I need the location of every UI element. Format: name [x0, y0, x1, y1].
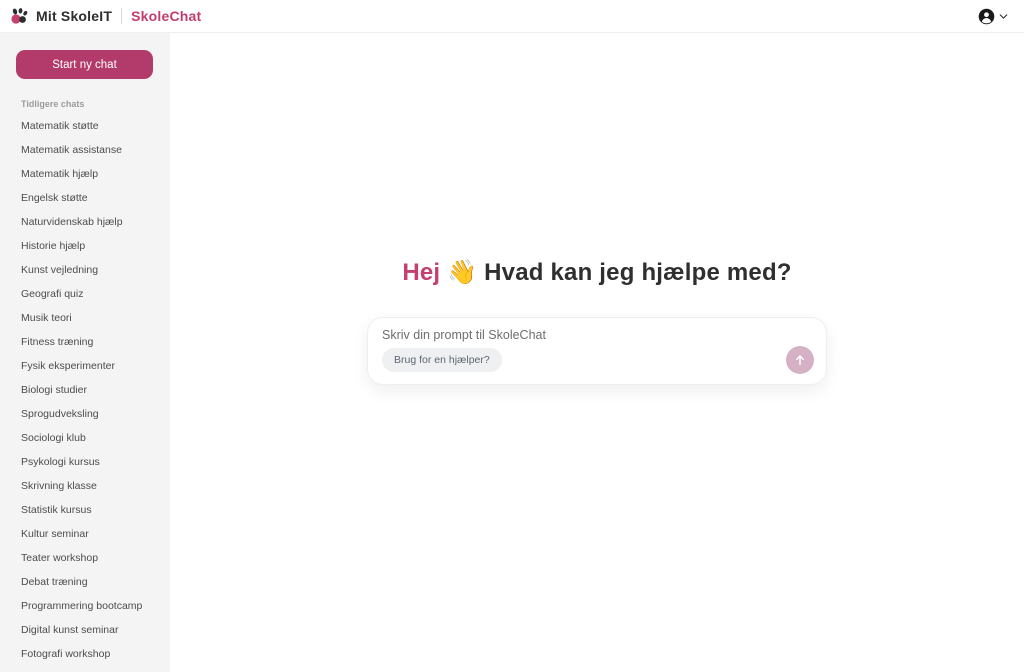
greeting-highlight: Hej — [402, 259, 440, 286]
user-avatar-icon[interactable] — [978, 8, 995, 25]
chat-history-item[interactable]: Skrivning klasse — [16, 475, 154, 499]
brand-name: Mit SkoleIT — [36, 8, 112, 24]
chat-history-item[interactable]: Fysik eksperimenter — [16, 355, 154, 379]
sidebar: Start ny chat Tidligere chats Matematik … — [0, 33, 170, 672]
chat-history-item[interactable]: Sociologi klub — [16, 427, 154, 451]
chat-history-item[interactable]: Naturvidenskab hjælp — [16, 211, 154, 235]
header-divider — [121, 8, 122, 24]
paw-flower-logo-icon — [10, 7, 29, 26]
chat-history-list: Matematik støtteMatematik assistanseMate… — [16, 115, 154, 672]
chat-history-item[interactable]: Sprogudveksling — [16, 403, 154, 427]
prompt-card: Brug for en hjælper? — [367, 317, 827, 385]
chat-history-item[interactable]: Debat træning — [16, 571, 154, 595]
chat-history-item[interactable]: Historie hjælp — [16, 235, 154, 259]
chat-history-item[interactable]: Teater workshop — [16, 547, 154, 571]
chevron-down-icon[interactable] — [997, 10, 1010, 23]
chat-history-item[interactable]: Musik teori — [16, 307, 154, 331]
greeting-text: Hvad kan jeg hjælpe med? — [484, 259, 792, 286]
start-new-chat-button[interactable]: Start ny chat — [16, 50, 153, 79]
greeting-heading: Hej 👋 Hvad kan jeg hjælpe med? — [402, 258, 791, 287]
chat-history-item[interactable]: Matematik støtte — [16, 115, 154, 139]
chat-history-item[interactable]: Fitness træning — [16, 331, 154, 355]
chat-history-item[interactable]: Digital kunst seminar — [16, 619, 154, 643]
top-bar: Mit SkoleIT SkoleChat — [0, 0, 1024, 33]
chat-history-item[interactable]: Dataanalyse kursus — [16, 667, 154, 672]
chat-history-item[interactable]: Kunst vejledning — [16, 259, 154, 283]
chat-history-item[interactable]: Statistik kursus — [16, 499, 154, 523]
arrow-up-icon — [793, 353, 807, 367]
wave-emoji: 👋 — [447, 259, 477, 286]
chat-history-item[interactable]: Fotografi workshop — [16, 643, 154, 667]
previous-chats-label: Tidligere chats — [21, 99, 154, 109]
brand: Mit SkoleIT SkoleChat — [10, 7, 201, 26]
prompt-input[interactable] — [382, 328, 814, 342]
account-menu[interactable] — [978, 8, 1010, 25]
send-button[interactable] — [786, 346, 814, 374]
chat-history-item[interactable]: Biologi studier — [16, 379, 154, 403]
main-content: Hej 👋 Hvad kan jeg hjælpe med? Brug for … — [170, 33, 1024, 672]
helper-chip-button[interactable]: Brug for en hjælper? — [382, 348, 502, 372]
chat-history-item[interactable]: Geografi quiz — [16, 283, 154, 307]
chat-history-item[interactable]: Matematik assistanse — [16, 139, 154, 163]
chat-history-item[interactable]: Kultur seminar — [16, 523, 154, 547]
chat-history-item[interactable]: Psykologi kursus — [16, 451, 154, 475]
chat-history-item[interactable]: Engelsk støtte — [16, 187, 154, 211]
app-name: SkoleChat — [131, 8, 201, 24]
chat-history-item[interactable]: Programmering bootcamp — [16, 595, 154, 619]
chat-history-item[interactable]: Matematik hjælp — [16, 163, 154, 187]
